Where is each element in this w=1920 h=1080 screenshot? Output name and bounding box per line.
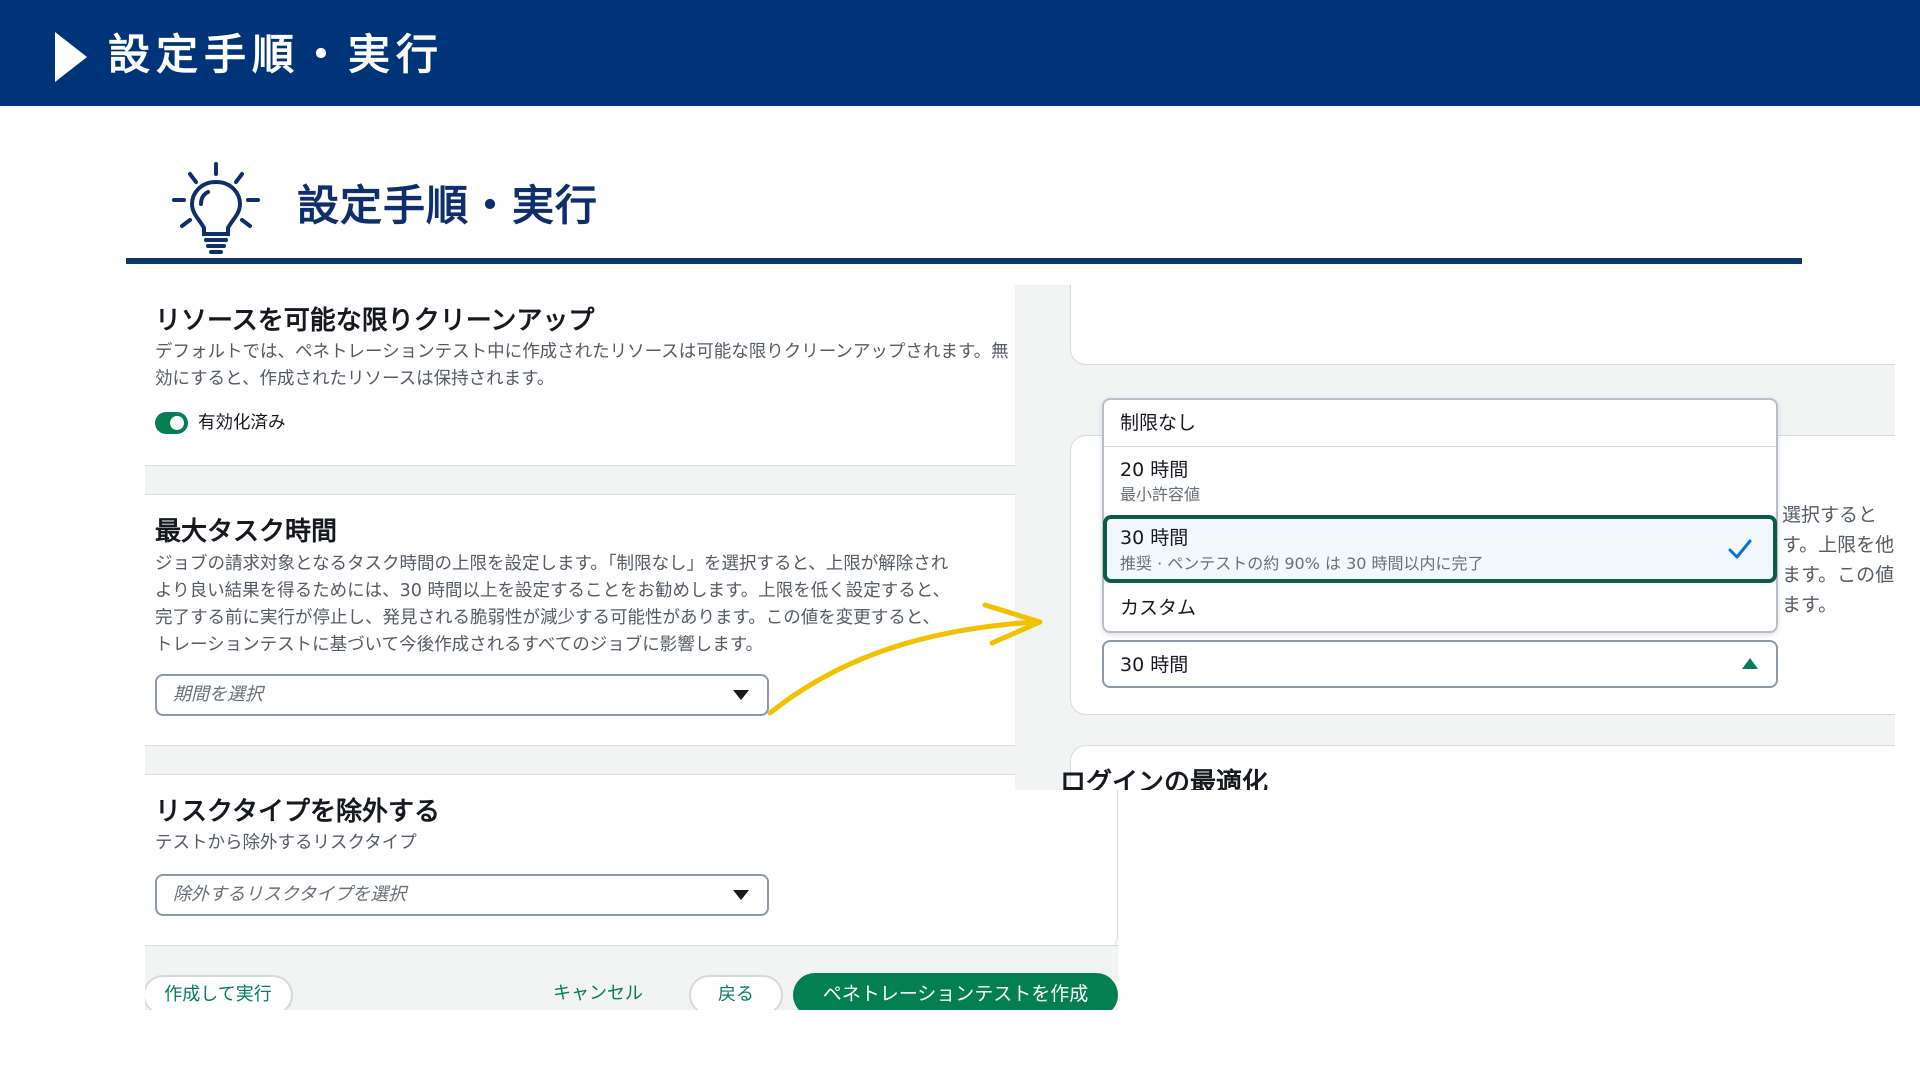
exclude-risk-select-placeholder: 除外するリスクタイプを選択 xyxy=(173,884,407,905)
slide-header-title: 設定手順・実行 xyxy=(108,30,445,79)
dropdown-option-no-limit[interactable]: 制限なし xyxy=(1104,400,1776,446)
yellow-arrow-icon xyxy=(767,602,1043,716)
exclude-risk-type-select[interactable]: 除外するリスクタイプを選択 xyxy=(155,874,769,916)
side-text-line2: す。上限を他 xyxy=(1782,534,1895,556)
cleanup-toggle-label: 有効化済み xyxy=(198,413,286,433)
section-separator xyxy=(145,465,1015,495)
option-label: 30 時間 xyxy=(1120,527,1189,549)
duration-select-open[interactable]: 30 時間 xyxy=(1102,640,1778,688)
create-and-run-button[interactable]: 作成して実行 xyxy=(145,975,293,1010)
option-label: カスタム xyxy=(1120,597,1197,619)
play-triangle-icon xyxy=(55,32,87,82)
option-sublabel: 推奨 · ペンテストの約 90% は 30 時間以内に完了 xyxy=(1120,554,1484,573)
section-title: 設定手順・実行 xyxy=(297,181,599,230)
cleanup-description-line1: デフォルトでは、ペネトレーションテスト中に作成されたリソースは可能な限りクリーン… xyxy=(155,342,1009,362)
side-text-line1: 選択すると xyxy=(1782,504,1878,526)
exclude-risk-description: テストから除外するリスクタイプ xyxy=(155,833,417,853)
create-pentest-button[interactable]: ペネトレーションテストを作成 xyxy=(793,973,1118,1010)
dropdown-option-custom[interactable]: カスタム xyxy=(1104,585,1776,633)
max-task-title: 最大タスク時間 xyxy=(155,517,338,547)
max-task-description-line4: トレーションテストに基づいて今後作成されるすべてのジョブに影響します。 xyxy=(155,635,763,655)
exclude-risk-title: リスクタイプを除外する xyxy=(155,797,440,827)
back-button[interactable]: 戻る xyxy=(689,975,783,1010)
section-divider xyxy=(126,258,1802,264)
slide-header-band: 設定手順・実行 xyxy=(0,0,1920,106)
side-text-line4: ます。 xyxy=(1782,594,1838,616)
max-task-select-placeholder: 期間を選択 xyxy=(173,684,263,705)
caret-up-icon xyxy=(1742,658,1758,669)
option-label: 20 時間 xyxy=(1120,459,1189,481)
cancel-button[interactable]: キャンセル xyxy=(553,976,643,1010)
cleanup-description-line2: 効にすると、作成されたリソースは保持されます。 xyxy=(155,369,555,389)
dropdown-option-20h[interactable]: 20 時間 最小許容値 xyxy=(1104,447,1776,515)
side-text-line3: ます。この値 xyxy=(1782,564,1895,586)
caret-down-icon xyxy=(733,690,749,700)
login-optimization-title-peek: ログインの最適化 xyxy=(1060,768,1269,790)
duration-select-value: 30 時間 xyxy=(1120,654,1189,676)
toggle-knob xyxy=(170,416,184,430)
lightbulb-icon xyxy=(172,162,260,254)
max-task-description-line1: ジョブの請求対象となるタスク時間の上限を設定します。「制限なし」を選択すると、上… xyxy=(155,554,949,574)
section-separator xyxy=(145,745,1015,775)
caret-down-icon xyxy=(733,890,749,900)
max-task-duration-select[interactable]: 期間を選択 xyxy=(155,674,769,716)
dropdown-option-30h-selected[interactable]: 30 時間 推奨 · ペンテストの約 90% は 30 時間以内に完了 xyxy=(1103,515,1777,583)
option-label: 制限なし xyxy=(1120,412,1197,434)
cleanup-title: リソースを可能な限りクリーンアップ xyxy=(155,306,595,336)
cleanup-toggle[interactable] xyxy=(155,412,188,434)
checkmark-icon xyxy=(1728,539,1752,559)
option-sublabel: 最小許容値 xyxy=(1120,485,1201,504)
card-top xyxy=(1070,285,1895,365)
